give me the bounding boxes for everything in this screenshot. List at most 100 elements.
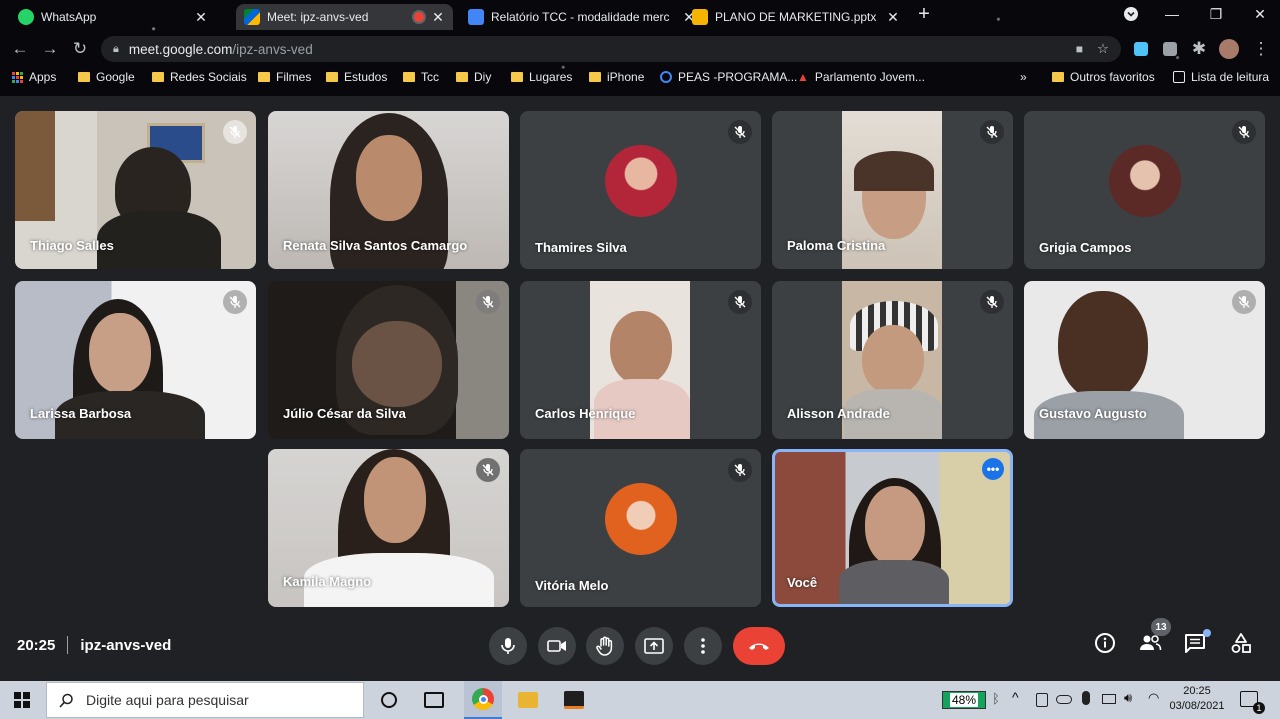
extension-k-icon[interactable] <box>1159 38 1181 60</box>
person-face <box>1058 291 1148 401</box>
participant-tile[interactable]: Larissa Barbosa <box>15 281 256 439</box>
url-host: meet.google.com <box>128 41 233 57</box>
participant-name: Thiago Salles <box>30 238 114 253</box>
notification-count: 1 <box>1253 702 1265 714</box>
bookmark-filmes[interactable]: Filmes <box>258 70 311 84</box>
more-options-button[interactable] <box>684 627 722 665</box>
restore-icon[interactable]: ❐ <box>1206 6 1226 23</box>
activities-button[interactable] <box>1230 632 1254 656</box>
folder-icon <box>1052 72 1064 82</box>
participant-tile[interactable]: Kamila Magno <box>268 449 509 607</box>
participant-tile[interactable]: Júlio César da Silva <box>268 281 509 439</box>
leave-call-button[interactable] <box>733 627 785 665</box>
volume-icon[interactable]: 🔊︎ <box>1124 690 1132 706</box>
people-button[interactable]: 13 <box>1138 618 1171 656</box>
close-window-icon[interactable]: ✕ <box>1250 6 1270 23</box>
camera-icon[interactable]: ■ <box>1076 42 1083 56</box>
profile-dropdown-icon[interactable] <box>1121 6 1141 25</box>
bookmark-diy[interactable]: Diy <box>456 70 491 84</box>
bookmark-iphone[interactable]: iPhone <box>589 70 644 84</box>
bookmark-apps[interactable]: Apps <box>12 70 56 84</box>
tab-relatorio[interactable]: Relatório TCC - modalidade merc ✕ <box>460 4 704 30</box>
tab-plano[interactable]: PLANO DE MARKETING.pptx - Ap ✕ <box>684 4 908 30</box>
star-icon[interactable]: ☆ <box>1097 41 1109 57</box>
close-tab-icon[interactable]: ✕ <box>194 9 208 26</box>
reload-icon[interactable]: ↻ <box>69 38 91 60</box>
search-placeholder: Digite aqui para pesquisar <box>86 692 249 708</box>
clock[interactable]: 20:25 03/08/2021 <box>1168 684 1226 714</box>
minimize-icon[interactable]: — <box>1162 6 1182 22</box>
bookmark-estudos[interactable]: Estudos <box>326 70 387 84</box>
bluetooth-icon[interactable]: ᛒ <box>992 691 1000 706</box>
participant-tile[interactable]: Thamires Silva <box>520 111 761 269</box>
participant-tile[interactable]: Alisson Andrade <box>772 281 1013 439</box>
chrome-taskbar-icon[interactable] <box>464 681 502 719</box>
notification-center-icon[interactable]: 1 <box>1240 691 1265 714</box>
self-view-tile[interactable]: ••• Você <box>772 449 1013 607</box>
profile-avatar[interactable] <box>1218 38 1240 60</box>
windows-start-icon[interactable] <box>14 692 30 708</box>
microphone-icon[interactable] <box>1082 691 1090 705</box>
person-body <box>97 211 221 269</box>
raise-hand-button[interactable] <box>586 627 624 665</box>
cortana-icon[interactable] <box>381 692 397 708</box>
taskbar-search-box[interactable]: Digite aqui para pesquisar <box>46 682 364 718</box>
menu-icon[interactable]: ⋮ <box>1250 38 1272 60</box>
bookmark-redes-sociais[interactable]: Redes Sociais <box>152 70 247 84</box>
participant-name: Thamires Silva <box>535 240 627 255</box>
puzzle-icon[interactable]: ✱ <box>1188 38 1210 60</box>
onedrive-icon[interactable] <box>1056 695 1072 704</box>
person-body <box>839 560 949 604</box>
clock-date: 03/08/2021 <box>1169 700 1225 712</box>
mic-icon <box>501 638 515 654</box>
recording-icon <box>414 12 424 22</box>
folder-icon <box>78 72 90 82</box>
participant-name: Grigia Campos <box>1039 240 1132 255</box>
camera-button[interactable] <box>538 627 576 665</box>
forward-icon[interactable]: → <box>39 38 61 60</box>
avatar <box>604 482 677 555</box>
more-options-icon[interactable]: ••• <box>982 458 1004 480</box>
participant-tile[interactable]: Carlos Henrique <box>520 281 761 439</box>
new-tab-icon[interactable]: + <box>914 3 934 26</box>
address-bar[interactable]: 🔒︎ meet.google.com/ipz-anvs-ved ■ ☆ <box>101 36 1121 62</box>
app-taskbar-icon[interactable] <box>564 691 584 709</box>
person-hair <box>854 151 934 191</box>
meeting-details-icon[interactable] <box>1094 632 1118 656</box>
participant-tile[interactable]: Thiago Salles <box>15 111 256 269</box>
participant-tile[interactable]: Grigia Campos <box>1024 111 1265 269</box>
show-hidden-icons[interactable]: ^ <box>1012 689 1019 705</box>
participant-tile[interactable]: Gustavo Augusto <box>1024 281 1265 439</box>
tab-meet[interactable]: Meet: ipz-anvs-ved ✕ <box>236 4 453 30</box>
close-tab-icon[interactable]: ✕ <box>886 9 900 26</box>
muted-mic-icon <box>476 458 500 482</box>
tray-icon-1[interactable] <box>1036 693 1048 707</box>
person-face <box>356 135 422 221</box>
bookmark-peas[interactable]: PEAS -PROGRAMA... <box>660 70 797 84</box>
file-explorer-icon[interactable] <box>518 692 538 708</box>
present-screen-icon <box>644 638 664 654</box>
participant-tile[interactable]: Vitória Melo <box>520 449 761 607</box>
participant-tile[interactable]: Renata Silva Santos Camargo <box>268 111 509 269</box>
participant-tile[interactable]: Paloma Cristina <box>772 111 1013 269</box>
meeting-info: 20:25 ipz-anvs-ved <box>17 636 171 654</box>
bookmark-google[interactable]: Google <box>78 70 135 84</box>
folder-icon <box>403 72 415 82</box>
close-tab-icon[interactable]: ✕ <box>431 9 445 26</box>
tab-whatsapp[interactable]: WhatsApp ✕ <box>10 4 216 30</box>
back-icon[interactable]: ← <box>9 38 31 60</box>
battery-indicator[interactable]: 48% <box>942 691 986 709</box>
wifi-icon[interactable]: ◠ <box>1148 690 1159 706</box>
bookmark-outros-favoritos[interactable]: Outros favoritos <box>1052 70 1155 84</box>
power-icon[interactable] <box>1102 694 1116 704</box>
present-button[interactable] <box>635 627 673 665</box>
chat-button[interactable] <box>1184 629 1211 656</box>
bookmark-tcc[interactable]: Tcc <box>403 70 439 84</box>
task-view-icon[interactable] <box>424 692 444 708</box>
reading-list[interactable]: Lista de leitura <box>1173 70 1269 84</box>
bookmarks-overflow-icon[interactable]: » <box>1020 70 1027 84</box>
bookmark-parlamento[interactable]: ▲ Parlamento Jovem... <box>797 70 925 84</box>
extension-icon[interactable] <box>1130 38 1152 60</box>
bookmark-lugares[interactable]: Lugares <box>511 70 572 84</box>
mic-button[interactable] <box>489 627 527 665</box>
